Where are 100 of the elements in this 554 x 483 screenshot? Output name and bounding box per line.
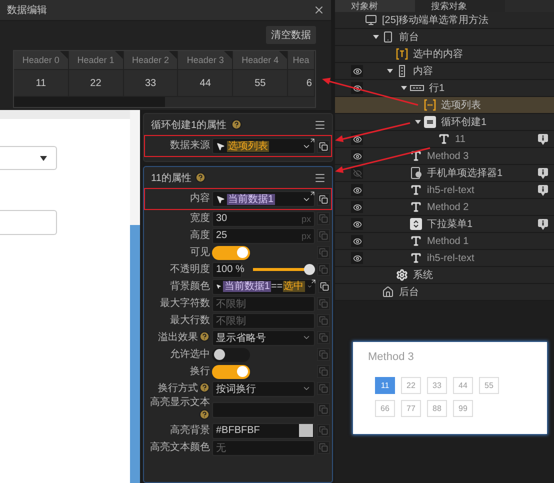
field-label: 最大字符数	[160, 298, 210, 308]
eye-icon[interactable]	[351, 252, 363, 264]
option-button[interactable]: 55	[479, 377, 499, 394]
tree-item[interactable]: 前台	[335, 29, 554, 46]
menu-button[interactable]	[314, 172, 326, 184]
option-button[interactable]: 22	[401, 377, 421, 394]
number-field[interactable]: 25 px	[212, 228, 315, 244]
toggle-switch[interactable]	[212, 246, 250, 260]
tree-item[interactable]: 选项列表	[335, 97, 554, 114]
tree-item-label: 手机单项选择器1	[427, 166, 503, 180]
tab[interactable]: 搜索对象	[415, 0, 505, 12]
table-cell: 44	[178, 69, 234, 96]
number-field[interactable]: 100 %	[212, 262, 242, 278]
help-icon	[199, 331, 210, 342]
text-field[interactable]: 不限制	[212, 312, 315, 328]
close-button[interactable]	[313, 4, 325, 16]
tree-item-label: Method 2	[427, 202, 469, 212]
option-button[interactable]: 99	[453, 400, 473, 417]
copy-button[interactable]	[317, 140, 330, 152]
tree-item[interactable]: 11	[335, 131, 554, 148]
color-field[interactable]: #BFBFBF	[212, 422, 315, 438]
dropdown-icon	[410, 218, 422, 230]
color-swatch[interactable]	[299, 424, 313, 437]
eye-icon[interactable]	[351, 218, 363, 230]
tree-item[interactable]: ih5-rel-text	[335, 182, 554, 199]
loop-icon	[424, 116, 436, 128]
number-field[interactable]: 30 px	[212, 210, 315, 226]
pointer-icon	[216, 142, 225, 150]
panel-title: 循环创建1的属性	[151, 118, 227, 132]
text-icon	[438, 133, 450, 145]
option-button[interactable]: 11	[375, 377, 395, 394]
tree-item[interactable]: Method 1	[335, 233, 554, 250]
field-label: 数据来源	[170, 140, 210, 151]
caret-icon[interactable]	[401, 85, 407, 91]
option-button[interactable]: 44	[453, 377, 473, 394]
copy-button[interactable]	[318, 280, 331, 293]
caret-icon[interactable]	[387, 68, 393, 74]
tab[interactable]: 对象树	[335, 0, 415, 12]
dialog-title: 数据编辑	[7, 4, 47, 17]
tree-item-label: 后台	[399, 286, 419, 299]
tree-item-label: ih5-rel-text	[427, 184, 474, 196]
help-icon	[195, 172, 206, 183]
corner-flag-icon	[114, 51, 123, 59]
tree-item[interactable]: 内容	[335, 63, 554, 80]
tree-item-label: 系统	[413, 268, 433, 282]
tree-item[interactable]: Method 3	[335, 148, 554, 165]
select-field[interactable]: 显示省略号	[212, 330, 315, 346]
eye-icon[interactable]	[351, 65, 363, 77]
tree-item-label: 11	[455, 134, 466, 144]
corner-flag-icon	[224, 51, 232, 59]
copy-button[interactable]	[317, 192, 330, 206]
eye-icon[interactable]	[351, 235, 363, 247]
tree-item[interactable]: 行1	[335, 80, 554, 97]
tree-item[interactable]: ih5-rel-text	[335, 250, 554, 267]
eye-icon[interactable]	[351, 184, 363, 196]
table-cell: 11	[14, 69, 69, 96]
text-field[interactable]: 不限制	[212, 296, 315, 312]
binding-field[interactable]: 当前数据1	[212, 191, 315, 207]
scrollbar[interactable]	[14, 96, 315, 107]
select-field[interactable]: 按词换行	[212, 380, 315, 396]
option-button[interactable]: 88	[427, 400, 447, 417]
corner-flag-icon	[60, 51, 68, 59]
binding-field[interactable]: 选项列表	[212, 138, 315, 154]
eye-icon[interactable]	[351, 150, 363, 162]
column-icon	[396, 65, 408, 77]
text-icon	[410, 184, 422, 196]
column-header: Hea	[288, 51, 315, 69]
clear-data-button[interactable]: 清空数据	[266, 26, 316, 44]
column-header: Header 2	[124, 51, 178, 69]
toggle-switch[interactable]	[212, 348, 250, 362]
caret-icon[interactable]	[373, 34, 379, 40]
pointer-icon	[216, 194, 225, 204]
field-label: 背景颜色	[170, 280, 210, 292]
tree-item[interactable]: 后台	[335, 284, 554, 301]
option-button[interactable]: 66	[375, 400, 395, 417]
eye-off-icon[interactable]	[351, 167, 363, 179]
eye-icon[interactable]	[351, 201, 363, 213]
tree-item[interactable]: 手机单项选择器1	[335, 165, 554, 182]
column-header: Header 3	[178, 51, 234, 69]
binding-field[interactable]: 当前数据1==选中	[212, 278, 316, 294]
field-label: 换行方式	[158, 383, 198, 394]
tree-item[interactable]: 选中的内容	[335, 46, 554, 63]
text-field[interactable]: 无	[212, 440, 315, 456]
caret-icon[interactable]	[415, 119, 421, 125]
tree-item[interactable]: 下拉菜单1	[335, 216, 554, 233]
row-icon	[410, 82, 424, 94]
menu-button[interactable]	[314, 118, 326, 130]
option-button[interactable]: 33	[427, 377, 447, 394]
phone-picker-icon	[410, 167, 422, 179]
tree-item[interactable]: Method 2	[335, 199, 554, 216]
input-field[interactable]	[0, 210, 57, 235]
field-label: 内容	[190, 193, 210, 204]
corner-flag-icon	[169, 51, 178, 59]
text-icon	[410, 235, 422, 247]
toggle-switch[interactable]	[212, 364, 250, 378]
tree-item[interactable]: 系统	[335, 267, 554, 284]
option-button[interactable]: 77	[401, 400, 421, 417]
tree-item[interactable]: [25]移动端单选常用方法	[335, 12, 554, 29]
dropdown-field[interactable]	[0, 146, 57, 170]
tree-item[interactable]: 循环创建1	[335, 114, 554, 131]
